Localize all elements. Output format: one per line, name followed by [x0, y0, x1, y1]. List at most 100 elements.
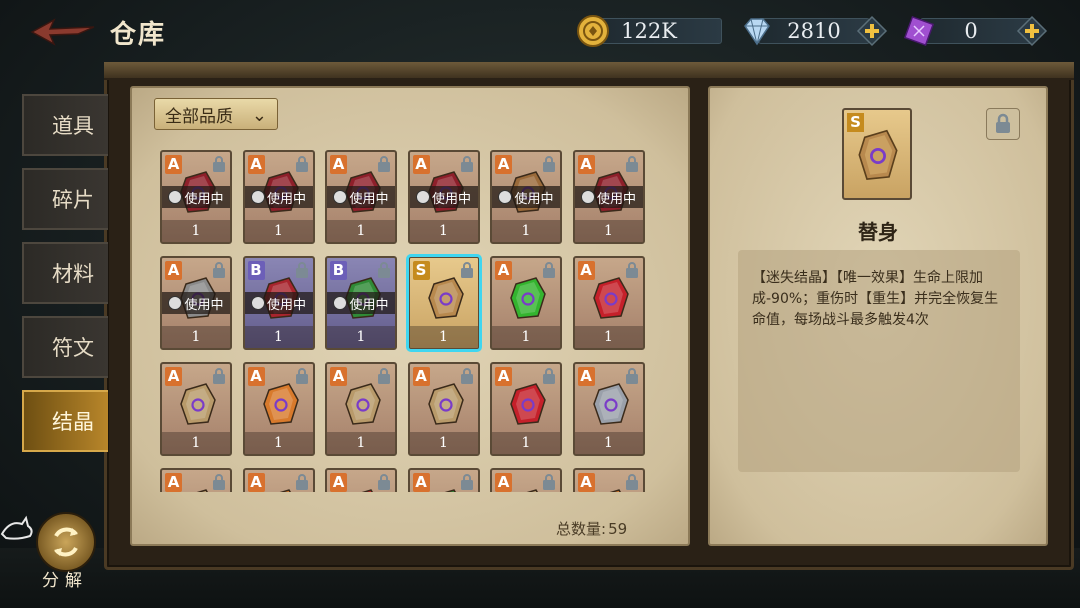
inventory-grid[interactable]: A 使用中 1 A 使用中 1 A 使用中 1 A 使用中 1 A 使用中 1 A 使用中 1 A 使用中 1 B 使用中 1…: [160, 150, 656, 492]
item-count: 1: [409, 432, 478, 454]
hero-avatar-icon: [415, 190, 430, 204]
chevron-down-icon: ⌄: [251, 105, 267, 126]
in-use-label: 使用中: [349, 191, 389, 207]
decompose-label: 分解: [42, 571, 88, 591]
item-count: 1: [409, 220, 478, 242]
item-count: 1: [327, 220, 395, 242]
item-count: 1: [492, 220, 560, 242]
hero-avatar-icon: [250, 190, 265, 204]
crystal-gem-icon: [592, 383, 629, 425]
inventory-item[interactable]: A: [407, 468, 480, 492]
inventory-item[interactable]: B 使用中 1: [325, 256, 397, 350]
crystal-gem-icon: [427, 277, 464, 319]
header: 仓库 122K 2810 0: [0, 0, 1080, 64]
total-count: 总数量: 59: [554, 518, 627, 539]
item-count: 1: [492, 326, 560, 348]
inventory-item[interactable]: A: [160, 468, 232, 492]
lock-icon: [996, 113, 1010, 133]
inventory-item[interactable]: S1: [405, 254, 482, 352]
crystal-gem-icon: [444, 489, 456, 492]
in-use-badge: 使用中: [409, 186, 478, 208]
item-count: 1: [162, 432, 230, 454]
lock-button[interactable]: [986, 108, 1020, 140]
item-count: 1: [492, 432, 560, 454]
inventory-item[interactable]: A: [325, 468, 397, 492]
crystal-gem-icon: [361, 489, 373, 492]
item-count: 1: [244, 326, 313, 348]
inventory-item[interactable]: A 使用中 1: [407, 150, 480, 244]
diamond-currency: 2810: [740, 14, 890, 48]
item-count: 1: [574, 432, 643, 454]
inventory-item[interactable]: A 使用中 1: [490, 150, 562, 244]
crystal-gem-icon: [858, 129, 898, 180]
inventory-item[interactable]: A 使用中 1: [242, 150, 315, 244]
crystal-gem-icon: [526, 489, 538, 492]
crystal-gem-icon: [345, 383, 381, 425]
crystal-currency: 0: [902, 14, 1054, 48]
item-count: 1: [244, 432, 313, 454]
inventory-item[interactable]: A: [490, 468, 562, 492]
tab-materials[interactable]: 材料: [22, 242, 108, 304]
back-arrow-icon[interactable]: [28, 16, 98, 48]
in-use-badge: 使用中: [244, 292, 313, 314]
inventory-item[interactable]: A1: [407, 362, 480, 456]
in-use-label: 使用中: [184, 297, 224, 313]
crystal-gem-icon: [609, 489, 621, 492]
inventory-item[interactable]: A1: [325, 362, 397, 456]
item-count: 1: [162, 326, 230, 348]
gold-value: 122K: [621, 19, 677, 43]
crystal-gem-icon: [196, 489, 208, 492]
in-use-badge: 使用中: [162, 292, 230, 314]
in-use-badge: 使用中: [492, 186, 560, 208]
tab-crystals[interactable]: 结晶: [22, 390, 108, 452]
quality-filter-dropdown[interactable]: 全部品质 ⌄: [154, 98, 278, 130]
item-count: 1: [574, 220, 643, 242]
inventory-item[interactable]: A1: [242, 362, 315, 456]
item-count: 1: [244, 220, 313, 242]
in-use-label: 使用中: [596, 191, 636, 207]
inventory-item[interactable]: A 使用中 1: [572, 150, 645, 244]
inventory-item[interactable]: A1: [160, 362, 232, 456]
diamond-value: 2810: [787, 19, 841, 43]
item-count: 1: [409, 326, 478, 348]
tab-label: 材料: [52, 262, 94, 286]
inventory-item[interactable]: A1: [572, 256, 645, 350]
inventory-item[interactable]: A: [242, 468, 315, 492]
inventory-item[interactable]: A1: [490, 256, 562, 350]
inventory-item[interactable]: A: [572, 468, 645, 492]
hero-avatar-icon: [168, 296, 183, 310]
item-description: 【迷失结晶】【唯一效果】生命上限加成-90%；重伤时【重生】并完全恢复生命值，每…: [752, 270, 999, 328]
crystal-value: 0: [964, 19, 978, 43]
item-count: 1: [327, 432, 395, 454]
inventory-item[interactable]: B 使用中 1: [242, 256, 315, 350]
inventory-item[interactable]: A 使用中 1: [325, 150, 397, 244]
diamond-plus-button[interactable]: [856, 15, 888, 47]
tab-fragments[interactable]: 碎片: [22, 168, 108, 230]
inventory-item[interactable]: A 使用中 1: [160, 256, 232, 350]
in-use-badge: 使用中: [574, 186, 643, 208]
in-use-label: 使用中: [431, 191, 471, 207]
item-count: 1: [574, 326, 643, 348]
in-use-label: 使用中: [266, 191, 306, 207]
tab-runes[interactable]: 符文: [22, 316, 108, 378]
in-use-badge: 使用中: [162, 186, 230, 208]
hero-avatar-icon: [580, 190, 595, 204]
hero-avatar-icon: [168, 190, 183, 204]
tab-label: 符文: [52, 336, 94, 360]
item-name: 替身: [858, 220, 898, 244]
inventory-item[interactable]: A 使用中 1: [160, 150, 232, 244]
in-use-label: 使用中: [184, 191, 224, 207]
tab-items[interactable]: 道具: [22, 94, 108, 156]
detail-item-card: S: [842, 108, 912, 200]
total-count-label: 总数量:: [556, 520, 607, 538]
gold-coin-icon: [577, 15, 609, 47]
total-count-value: 59: [608, 520, 628, 538]
inventory-item[interactable]: A1: [572, 362, 645, 456]
tab-label: 道具: [52, 114, 94, 138]
in-use-badge: 使用中: [327, 292, 395, 314]
crystal-plus-button[interactable]: [1016, 15, 1048, 47]
inventory-item[interactable]: A1: [490, 362, 562, 456]
page-title: 仓库: [110, 20, 167, 50]
crystal-gem-icon: [262, 383, 299, 425]
decompose-button[interactable]: [36, 512, 96, 572]
